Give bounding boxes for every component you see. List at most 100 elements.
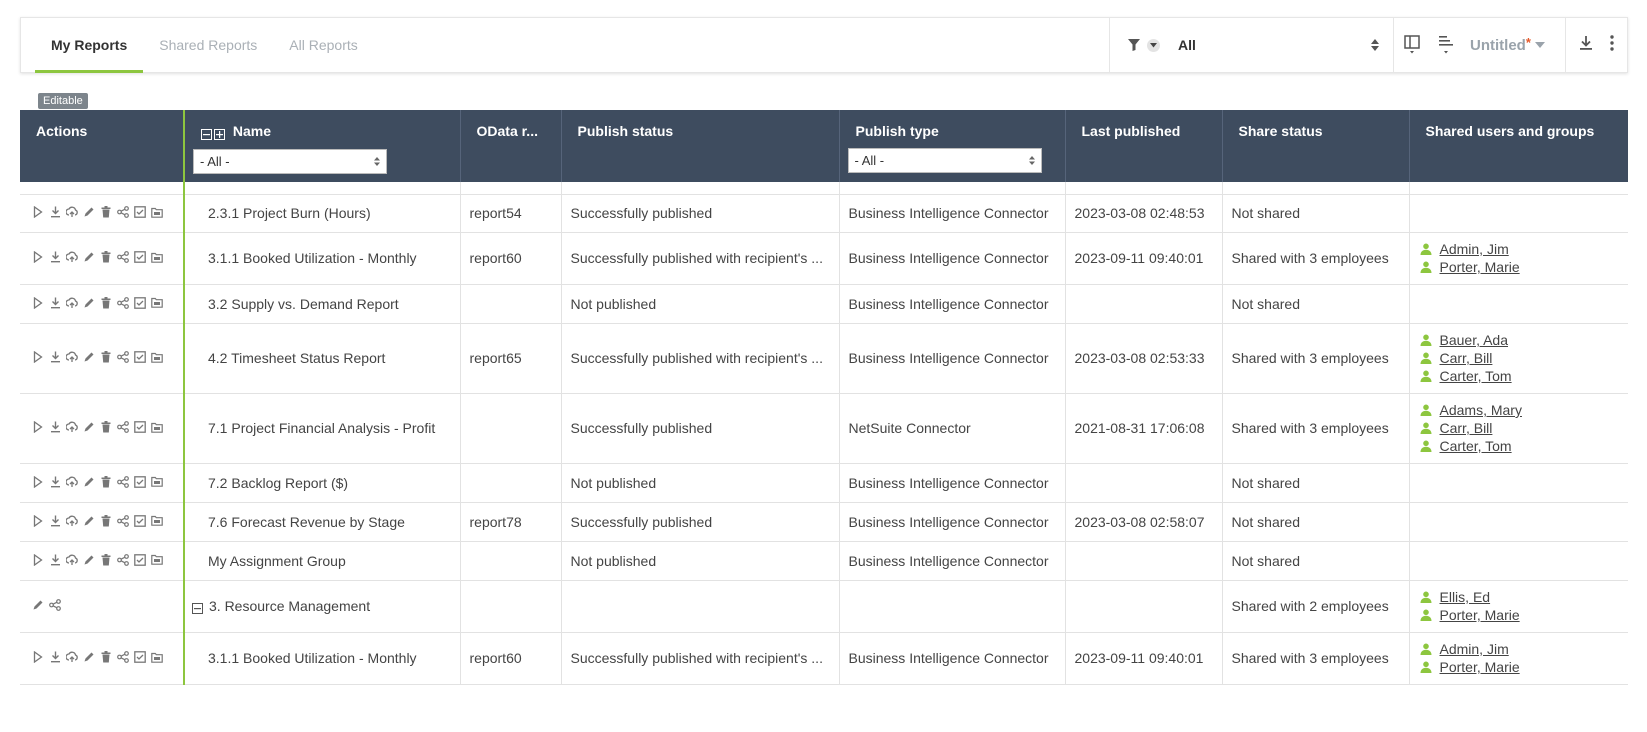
- delete-icon[interactable]: [100, 251, 112, 263]
- saved-view-dropdown[interactable]: Untitled *: [1470, 35, 1545, 54]
- column-header-publish-type[interactable]: Publish type - All -: [839, 110, 1066, 182]
- publish-icon[interactable]: [66, 476, 78, 488]
- name-cell[interactable]: 3. Resource Management: [184, 580, 461, 633]
- share-icon[interactable]: [117, 421, 129, 433]
- folder-icon[interactable]: [151, 554, 163, 566]
- tab-shared-reports[interactable]: Shared Reports: [143, 18, 273, 72]
- name-cell[interactable]: 7.6 Forecast Revenue by Stage: [184, 502, 461, 542]
- column-header-publish-status[interactable]: Publish status: [561, 110, 840, 182]
- run-icon[interactable]: [32, 421, 44, 433]
- table-row[interactable]: 2.3.1 Project Burn (Hours) report54 Succes…: [20, 194, 1628, 233]
- publish-icon[interactable]: [66, 421, 78, 433]
- shared-user-link[interactable]: Porter, Marie: [1440, 607, 1520, 623]
- delete-icon[interactable]: [100, 514, 112, 527]
- download-icon[interactable]: [49, 297, 61, 309]
- group-row[interactable]: 3. Resource Management Shared with 2 empl…: [20, 580, 1628, 633]
- column-header-odata[interactable]: OData r...: [460, 110, 562, 182]
- sort-icon[interactable]: [1438, 35, 1454, 55]
- publish-icon[interactable]: [66, 251, 78, 263]
- expand-all-icon[interactable]: [214, 129, 225, 140]
- checkbox-icon[interactable]: [134, 206, 146, 218]
- download-icon[interactable]: [49, 651, 61, 663]
- folder-icon[interactable]: [151, 297, 163, 309]
- shared-user-link[interactable]: Carr, Bill: [1440, 350, 1493, 366]
- shared-user-link[interactable]: Porter, Marie: [1440, 659, 1520, 675]
- download-icon[interactable]: [49, 515, 61, 527]
- table-row[interactable]: 7.2 Backlog Report ($) Not published Busin…: [20, 463, 1628, 503]
- delete-icon[interactable]: [100, 553, 112, 566]
- columns-icon[interactable]: [1404, 35, 1420, 55]
- delete-icon[interactable]: [100, 421, 112, 433]
- download-icon[interactable]: [49, 421, 61, 433]
- name-cell[interactable]: 7.1 Project Financial Analysis - Profit: [184, 393, 461, 464]
- share-icon[interactable]: [117, 514, 129, 527]
- run-icon[interactable]: [32, 251, 44, 263]
- name-cell[interactable]: 3.1.1 Booked Utilization - Monthly: [184, 632, 461, 685]
- table-row[interactable]: 4.2 Timesheet Status Report report65 Succe…: [20, 323, 1628, 394]
- column-header-shared-users[interactable]: Shared users and groups: [1409, 110, 1628, 182]
- more-options-icon[interactable]: [1610, 34, 1614, 56]
- share-icon[interactable]: [117, 251, 129, 263]
- name-cell[interactable]: 3.2 Supply vs. Demand Report: [184, 284, 461, 324]
- edit-icon[interactable]: [83, 206, 95, 218]
- edit-icon[interactable]: [83, 351, 95, 363]
- filter-select[interactable]: All: [1178, 37, 1379, 53]
- share-icon[interactable]: [117, 651, 129, 663]
- run-icon[interactable]: [32, 351, 44, 363]
- checkbox-icon[interactable]: [134, 421, 146, 433]
- collapse-group-icon[interactable]: [192, 603, 203, 614]
- edit-icon[interactable]: [83, 651, 95, 663]
- name-cell[interactable]: 4.2 Timesheet Status Report: [184, 323, 461, 394]
- shared-user-link[interactable]: Admin, Jim: [1440, 241, 1509, 257]
- share-icon[interactable]: [117, 351, 129, 363]
- shared-user-link[interactable]: Adams, Mary: [1440, 402, 1522, 418]
- edit-icon[interactable]: [83, 421, 95, 433]
- filter-icon[interactable]: [1126, 37, 1142, 53]
- name-cell[interactable]: My Assignment Group: [184, 541, 461, 581]
- run-icon[interactable]: [32, 296, 44, 309]
- edit-icon[interactable]: [83, 251, 95, 263]
- folder-icon[interactable]: [151, 351, 163, 363]
- column-header-share-status[interactable]: Share status: [1222, 110, 1410, 182]
- checkbox-icon[interactable]: [134, 514, 146, 527]
- table-row[interactable]: 3.1.1 Booked Utilization - Monthly report…: [20, 632, 1628, 685]
- edit-icon[interactable]: [83, 515, 95, 527]
- delete-icon[interactable]: [100, 296, 112, 309]
- folder-icon[interactable]: [151, 651, 163, 663]
- folder-icon[interactable]: [151, 421, 163, 433]
- checkbox-icon[interactable]: [134, 351, 146, 363]
- edit-icon[interactable]: [83, 297, 95, 309]
- publish-icon[interactable]: [66, 554, 78, 566]
- column-header-name[interactable]: Name - All -: [184, 110, 461, 182]
- run-icon[interactable]: [32, 651, 44, 663]
- publish-icon[interactable]: [66, 297, 78, 309]
- table-row[interactable]: 3.2 Supply vs. Demand Report Not publishe…: [20, 284, 1628, 324]
- share-icon[interactable]: [117, 475, 129, 488]
- share-icon[interactable]: [49, 599, 61, 611]
- checkbox-icon[interactable]: [134, 553, 146, 566]
- edit-icon[interactable]: [83, 554, 95, 566]
- tab-my-reports[interactable]: My Reports: [35, 18, 144, 73]
- share-icon[interactable]: [117, 296, 129, 309]
- edit-icon[interactable]: [83, 476, 95, 488]
- download-icon[interactable]: [1579, 35, 1593, 56]
- checkbox-icon[interactable]: [134, 251, 146, 263]
- folder-icon[interactable]: [151, 251, 163, 263]
- checkbox-icon[interactable]: [134, 475, 146, 488]
- table-row[interactable]: My Assignment Group Not published Business…: [20, 541, 1628, 581]
- filter-menu-caret-icon[interactable]: [1147, 38, 1160, 52]
- publish-icon[interactable]: [66, 515, 78, 527]
- shared-user-link[interactable]: Carter, Tom: [1440, 438, 1512, 454]
- publish-icon[interactable]: [66, 651, 78, 663]
- folder-icon[interactable]: [151, 476, 163, 488]
- run-icon[interactable]: [32, 514, 44, 527]
- delete-icon[interactable]: [100, 206, 112, 218]
- tab-all-reports[interactable]: All Reports: [273, 18, 373, 72]
- publish-icon[interactable]: [66, 206, 78, 218]
- table-row[interactable]: 7.1 Project Financial Analysis - Profit S…: [20, 393, 1628, 464]
- table-row[interactable]: 3.1.1 Booked Utilization - Monthly report…: [20, 232, 1628, 285]
- collapse-all-icon[interactable]: [201, 129, 212, 140]
- name-cell[interactable]: 7.2 Backlog Report ($): [184, 463, 461, 503]
- shared-user-link[interactable]: Bauer, Ada: [1440, 332, 1509, 348]
- download-icon[interactable]: [49, 554, 61, 566]
